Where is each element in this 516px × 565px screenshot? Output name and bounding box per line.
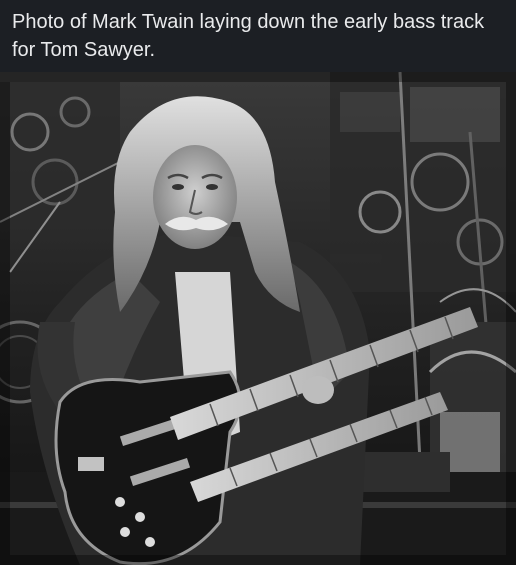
photo-illustration	[0, 72, 516, 565]
right-hand	[302, 376, 334, 404]
meme-post: Photo of Mark Twain laying down the earl…	[0, 0, 516, 565]
post-photo[interactable]	[0, 72, 516, 565]
post-caption: Photo of Mark Twain laying down the earl…	[12, 11, 485, 61]
face	[153, 145, 237, 249]
